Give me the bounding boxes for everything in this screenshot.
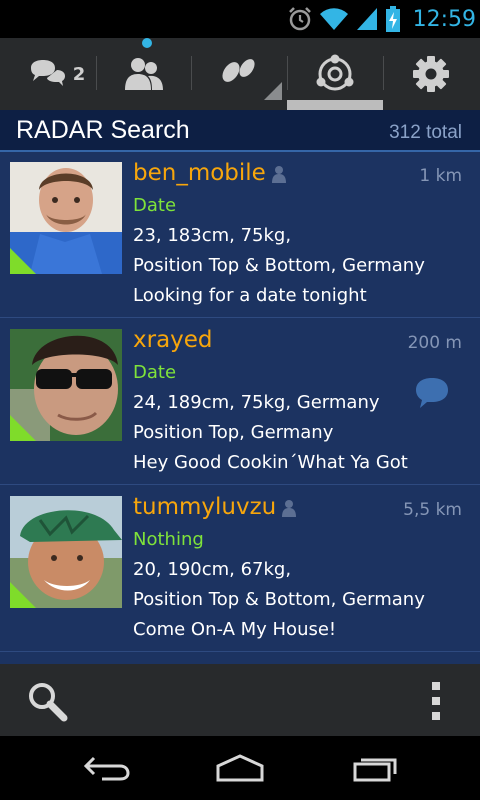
username[interactable]: tummyluvzu <box>133 494 297 520</box>
result-count: 312 total <box>389 122 462 143</box>
person-icon <box>282 499 297 517</box>
online-indicator <box>10 248 36 274</box>
avatar[interactable] <box>10 496 122 608</box>
chat-badge: 2 <box>72 63 86 85</box>
status-time: 12:59 <box>412 6 476 32</box>
person-icon <box>271 165 286 183</box>
search-icon <box>29 683 68 722</box>
avatar[interactable] <box>10 162 122 274</box>
profile-stats: 24, 189cm, 75kg, Germany <box>133 392 380 413</box>
footprints-icon <box>222 59 255 82</box>
battery-charging-icon <box>385 6 400 32</box>
profile-card[interactable]: xrayed 200 m Date 24, 189cm, 75kg, Germa… <box>0 319 480 485</box>
recents-button[interactable] <box>348 750 402 786</box>
intent-label: Date <box>133 195 177 216</box>
username-text: ben_mobile <box>133 160 266 186</box>
tab-settings[interactable] <box>385 38 477 110</box>
profile-stats: 20, 190cm, 67kg, <box>133 559 292 580</box>
profile-position: Position Top & Bottom, Germany <box>133 589 425 610</box>
tab-people[interactable] <box>98 38 190 110</box>
chat-icon[interactable] <box>414 377 450 409</box>
alarm-icon <box>288 7 311 31</box>
profile-list[interactable]: ben_mobile 1 km Date 23, 183cm, 75kg, Po… <box>0 152 480 664</box>
profile-stats: 23, 183cm, 75kg, <box>133 225 292 246</box>
bottom-action-bar <box>0 664 480 736</box>
system-navigation-bar <box>0 736 480 800</box>
status-icons: 12:59 <box>287 0 476 38</box>
list-header: RADAR Search 312 total <box>0 110 480 152</box>
username-text: tummyluvzu <box>133 494 277 520</box>
recents-icon <box>353 758 397 782</box>
chat-icon <box>30 60 65 86</box>
intent-label: Date <box>133 362 177 383</box>
intent-label: Nothing <box>133 529 204 550</box>
search-button[interactable] <box>26 680 68 722</box>
page-title: RADAR Search <box>16 116 190 144</box>
home-icon <box>216 754 264 782</box>
profile-position: Position Top & Bottom, Germany <box>133 255 425 276</box>
nav-divider <box>287 56 288 90</box>
top-navigation: 2 <box>0 38 480 110</box>
profile-headline: Hey Good Cookin´What Ya Got <box>133 452 408 473</box>
overflow-dot <box>432 712 440 720</box>
signal-icon <box>356 8 377 30</box>
status-bar: 12:59 <box>0 0 480 38</box>
active-tab-indicator <box>287 100 383 110</box>
online-indicator <box>10 415 36 441</box>
profile-card[interactable]: ben_mobile 1 km Date 23, 183cm, 75kg, Po… <box>0 152 480 318</box>
profile-headline: Looking for a date tonight <box>133 285 367 306</box>
tab-chats[interactable]: 2 <box>18 38 94 110</box>
dropdown-indicator <box>264 82 282 100</box>
nav-divider <box>96 56 97 90</box>
profile-headline: Come On-A My House! <box>133 619 337 640</box>
avatar[interactable] <box>10 329 122 441</box>
username[interactable]: ben_mobile <box>133 160 286 186</box>
distance: 1 km <box>419 166 462 186</box>
profile-position: Position Top, Germany <box>133 422 334 443</box>
radar-icon <box>316 54 354 91</box>
settings-icon <box>413 56 449 92</box>
back-icon <box>83 756 130 781</box>
overflow-menu-icon[interactable] <box>428 682 444 720</box>
profile-card[interactable]: tummyluvzu 5,5 km Nothing 20, 190cm, 67k… <box>0 486 480 652</box>
distance: 5,5 km <box>403 500 462 520</box>
distance: 200 m <box>407 333 462 353</box>
nav-divider <box>383 56 384 90</box>
people-icon <box>125 58 163 90</box>
overflow-dot <box>432 682 440 690</box>
online-indicator <box>10 582 36 608</box>
wifi-icon <box>319 8 348 30</box>
back-button[interactable] <box>80 750 134 786</box>
home-button[interactable] <box>212 750 268 786</box>
username[interactable]: xrayed <box>133 327 213 353</box>
overflow-dot <box>432 697 440 705</box>
username-text: xrayed <box>133 327 213 353</box>
nav-divider <box>191 56 192 90</box>
